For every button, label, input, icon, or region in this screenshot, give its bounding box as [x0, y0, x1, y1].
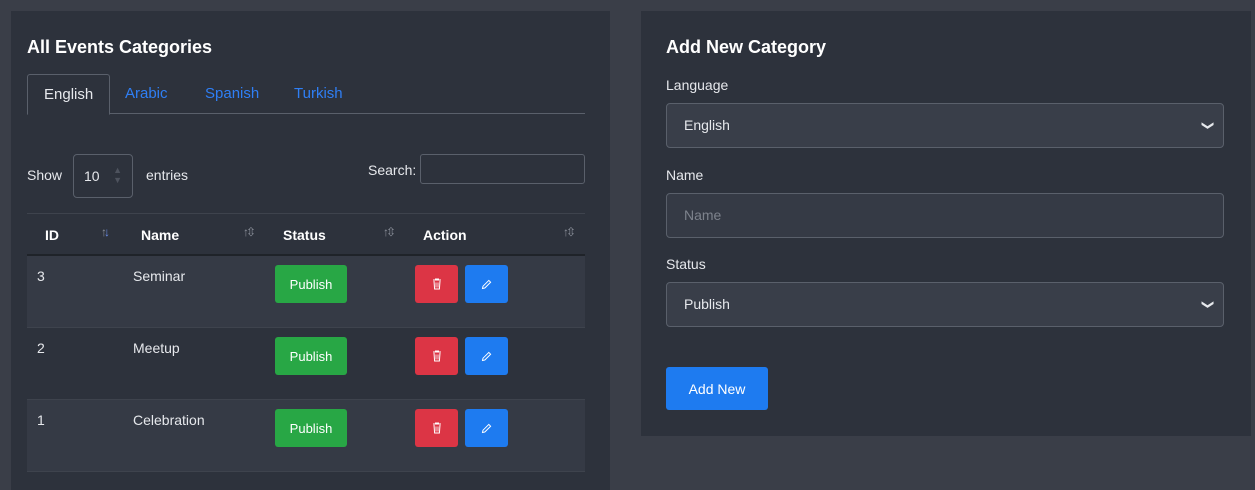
publish-button[interactable]: Publish	[275, 337, 347, 375]
delete-button[interactable]	[415, 265, 458, 303]
edit-button[interactable]	[465, 409, 508, 447]
name-label: Name	[666, 167, 704, 183]
categories-table: ID ↑↓ Name ↑⇳ Status ↑⇳ Action ↑⇳ 3 Semi…	[27, 213, 585, 472]
cell-id: 1	[37, 412, 45, 428]
tab-turkish[interactable]: Turkish	[278, 74, 359, 114]
events-categories-card: All Events Categories English Arabic Spa…	[11, 11, 610, 490]
name-placeholder: Name	[684, 207, 722, 223]
tab-english[interactable]: English	[27, 74, 111, 115]
pencil-icon	[481, 279, 492, 289]
entries-label: entries	[146, 167, 189, 183]
sort-icon[interactable]: ↑↓	[101, 225, 110, 239]
sort-icon[interactable]: ↑⇳	[383, 225, 396, 239]
add-new-button[interactable]: Add New	[666, 367, 768, 410]
cell-name: Meetup	[133, 340, 180, 356]
column-header-status[interactable]: Status	[283, 227, 326, 243]
tab-arabic[interactable]: Arabic	[109, 74, 184, 114]
chevron-down-icon: ❯	[1201, 120, 1216, 131]
column-header-name[interactable]: Name	[141, 227, 179, 243]
status-select[interactable]: Publish ❯	[666, 282, 1224, 327]
sort-icon[interactable]: ↑⇳	[563, 225, 576, 239]
pencil-icon	[481, 351, 492, 361]
cell-name: Seminar	[133, 268, 186, 284]
publish-button[interactable]: Publish	[275, 265, 347, 303]
table-row: 2 Meetup Publish	[27, 328, 585, 400]
stepper-icon: ▲ ▼	[113, 165, 122, 185]
pencil-icon	[481, 423, 492, 433]
entries-select[interactable]: 10 ▲ ▼	[73, 154, 133, 198]
name-field[interactable]: Name	[666, 193, 1224, 238]
chevron-down-icon: ❯	[1201, 299, 1216, 310]
publish-button[interactable]: Publish	[275, 409, 347, 447]
column-header-action[interactable]: Action	[423, 227, 467, 243]
table-row: 1 Celebration Publish	[27, 400, 585, 472]
cell-name: Celebration	[133, 412, 205, 428]
trash-icon	[432, 350, 441, 362]
trash-icon	[432, 278, 441, 290]
column-header-id[interactable]: ID	[45, 227, 59, 243]
cell-id: 3	[37, 268, 45, 284]
delete-button[interactable]	[415, 337, 458, 375]
form-title: Add New Category	[666, 37, 827, 57]
sort-icon[interactable]: ↑⇳	[243, 225, 256, 239]
table-row: 3 Seminar Publish	[27, 256, 585, 328]
status-label: Status	[666, 256, 706, 272]
show-label: Show	[27, 167, 63, 183]
add-category-card: Add New Category Language English ❯ Name…	[641, 11, 1251, 436]
trash-icon	[432, 422, 441, 434]
language-label: Language	[666, 77, 729, 93]
edit-button[interactable]	[465, 337, 508, 375]
status-value: Publish	[684, 296, 730, 312]
page-title: All Events Categories	[27, 37, 213, 57]
language-tabs: English Arabic Spanish Turkish	[27, 74, 585, 115]
edit-button[interactable]	[465, 265, 508, 303]
language-value: English	[684, 117, 730, 133]
tab-spanish[interactable]: Spanish	[189, 74, 275, 114]
cell-id: 2	[37, 340, 45, 356]
language-select[interactable]: English ❯	[666, 103, 1224, 148]
entries-value: 10	[84, 168, 100, 184]
search-label: Search:	[368, 162, 417, 178]
search-input[interactable]	[420, 154, 585, 184]
table-header: ID ↑↓ Name ↑⇳ Status ↑⇳ Action ↑⇳	[27, 213, 585, 256]
delete-button[interactable]	[415, 409, 458, 447]
